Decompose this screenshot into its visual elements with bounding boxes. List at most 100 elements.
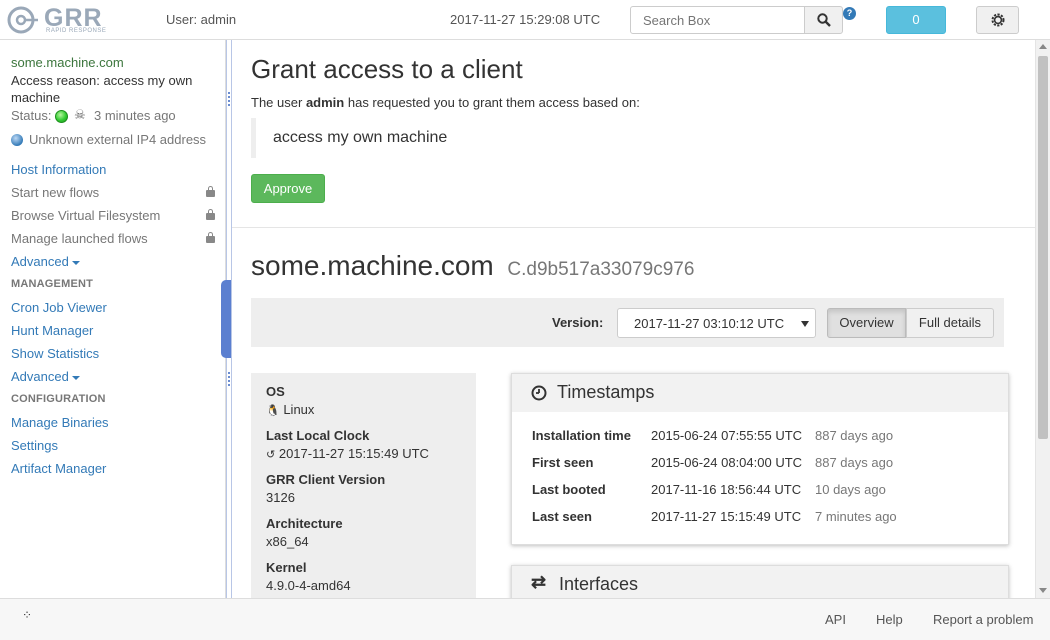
- splitter-handle-top[interactable]: [228, 92, 230, 106]
- scroll-down-arrow-icon[interactable]: [1039, 588, 1047, 593]
- access-reason: Access reason: access my own machine: [11, 73, 193, 105]
- tab-overview-label: Overview: [839, 315, 894, 330]
- reason-text: access my own machine: [273, 129, 448, 146]
- kernel-value: 4.9.0-4-amd64: [266, 578, 351, 593]
- clock-value: 2017-11-27 15:15:49 UTC: [278, 446, 429, 461]
- nav-hunt-manager[interactable]: Hunt Manager: [11, 323, 93, 338]
- caret-down-icon: [71, 375, 80, 380]
- grr-version-group: GRR Client Version 3126: [266, 472, 385, 505]
- os-value-row: 🐧 Linux: [266, 402, 314, 417]
- advanced-label: Advanced: [11, 369, 69, 384]
- nav-advanced-client[interactable]: Advanced: [11, 254, 80, 269]
- user-label: User: admin: [166, 12, 237, 27]
- configuration-header: CONFIGURATION: [11, 393, 106, 405]
- footer: ⁘ API Help Report a problem: [0, 598, 1050, 640]
- linux-icon: 🐧: [266, 405, 280, 417]
- timestamp-label: Last seen: [532, 509, 592, 524]
- request-post: has requested you to grant them access b…: [347, 95, 640, 110]
- search-button[interactable]: [804, 6, 843, 34]
- timestamps-row: First seen 2015-06-24 08:04:00 UTC 887 d…: [512, 455, 1008, 473]
- nav-start-new-flows[interactable]: Start new flows: [11, 185, 99, 200]
- status-label: Status:: [11, 108, 52, 123]
- kernel-group: Kernel 4.9.0-4-amd64: [266, 560, 351, 593]
- timestamps-row: Last booted 2017-11-16 18:56:44 UTC 10 d…: [512, 482, 1008, 500]
- nav-artifact-manager[interactable]: Artifact Manager: [11, 461, 106, 476]
- timestamps-row: Last seen 2017-11-27 15:15:49 UTC 7 minu…: [512, 509, 1008, 527]
- nav-manage-binaries[interactable]: Manage Binaries: [11, 415, 109, 430]
- splitter-handle-bottom[interactable]: [228, 372, 230, 386]
- client-id: C.d9b517a33079c976: [507, 259, 695, 280]
- clock-icon: [531, 385, 547, 401]
- globe-icon: [11, 134, 23, 146]
- top-navbar: GRR RAPID RESPONSE User: admin 2017-11-2…: [0, 0, 1050, 40]
- grr-logo-icon: [7, 6, 38, 34]
- timestamp-ago: 7 minutes ago: [815, 509, 897, 524]
- arch-label: Architecture: [266, 516, 343, 531]
- server-time: 2017-11-27 15:29:08 UTC: [450, 12, 601, 27]
- grr-version-label: GRR Client Version: [266, 472, 386, 487]
- client-name[interactable]: some.machine.com: [11, 55, 124, 70]
- nav-advanced-management[interactable]: Advanced: [11, 369, 80, 384]
- timestamp-ago: 887 days ago: [815, 428, 894, 443]
- timestamp-date: 2017-11-27 15:15:49 UTC: [651, 509, 802, 524]
- footer-api-link[interactable]: API: [825, 612, 846, 627]
- nav-host-information[interactable]: Host Information: [11, 162, 106, 177]
- skull-icon: ☠: [74, 107, 86, 122]
- caret-down-icon: [71, 260, 80, 265]
- status-online-icon: [55, 110, 68, 123]
- main-scrollbar[interactable]: [1035, 40, 1050, 598]
- search-icon: [816, 13, 831, 27]
- request-user: admin: [305, 95, 345, 110]
- timestamp-ago: 10 days ago: [815, 482, 886, 497]
- timestamp-label: Installation time: [532, 428, 631, 443]
- interfaces-title: Interfaces: [559, 574, 639, 594]
- client-summary-panel: OS 🐧 Linux Last Local Clock ↺ 2017-11-27…: [251, 373, 476, 598]
- timestamp-date: 2017-11-16 18:56:44 UTC: [651, 482, 802, 497]
- version-label: Version:: [552, 315, 604, 330]
- footer-report-link[interactable]: Report a problem: [933, 612, 1033, 627]
- dropdown-arrow-icon: [801, 321, 809, 327]
- notifications-button[interactable]: 0: [886, 6, 946, 34]
- logo-subtext: RAPID RESPONSE: [46, 28, 107, 34]
- advanced-label: Advanced: [11, 254, 69, 269]
- client-heading: some.machine.com C.d9b517a33079c976: [251, 250, 694, 282]
- grr-logo[interactable]: GRR RAPID RESPONSE: [6, 4, 121, 36]
- timestamp-date: 2015-06-24 07:55:55 UTC: [651, 428, 803, 443]
- clock-value-row: ↺ 2017-11-27 15:15:49 UTC: [266, 446, 429, 461]
- reason-blockquote: access my own machine: [251, 118, 651, 158]
- grant-request-text: The user admin has requested you to gran…: [251, 95, 640, 110]
- scroll-up-arrow-icon[interactable]: [1039, 44, 1047, 49]
- nav-cron-job-viewer[interactable]: Cron Job Viewer: [11, 300, 107, 315]
- approve-label: Approve: [263, 181, 313, 196]
- scrollbar-thumb[interactable]: [1038, 56, 1048, 439]
- nav-settings[interactable]: Settings: [11, 438, 58, 453]
- nav-browse-vfs[interactable]: Browse Virtual Filesystem: [11, 208, 160, 223]
- version-value: 2017-11-27 03:10:12 UTC: [634, 316, 785, 331]
- request-pre: The user: [251, 95, 303, 110]
- clock-group: Last Local Clock ↺ 2017-11-27 15:15:49 U…: [266, 428, 429, 461]
- timestamps-header: Timestamps: [512, 374, 1008, 412]
- os-group: OS 🐧 Linux: [266, 384, 314, 417]
- settings-button[interactable]: [976, 6, 1019, 34]
- search-input[interactable]: [630, 6, 805, 34]
- timestamp-ago: 887 days ago: [815, 455, 894, 470]
- tab-full-details[interactable]: Full details: [906, 308, 994, 338]
- nav-manage-flows[interactable]: Manage launched flows: [11, 231, 148, 246]
- grant-access-section: Grant access to a client The user admin …: [232, 40, 1035, 228]
- management-header: MANAGEMENT: [11, 278, 94, 290]
- help-icon[interactable]: ?: [843, 7, 856, 20]
- timestamps-title: Timestamps: [557, 382, 655, 402]
- footer-help-link[interactable]: Help: [876, 612, 903, 627]
- grr-version-value: 3126: [266, 490, 295, 505]
- gear-icon: [991, 13, 1004, 27]
- interfaces-panel: ⇄ Interfaces: [511, 565, 1009, 598]
- approve-button[interactable]: Approve: [251, 174, 325, 203]
- version-select[interactable]: 2017-11-27 03:10:12 UTC: [617, 308, 816, 338]
- main-content: Grant access to a client The user admin …: [232, 40, 1035, 598]
- nav-show-statistics[interactable]: Show Statistics: [11, 346, 99, 361]
- history-icon: ↺: [266, 449, 276, 461]
- timestamp-date: 2015-06-24 08:04:00 UTC: [651, 455, 803, 470]
- splitter-toggle[interactable]: [221, 280, 231, 358]
- os-label: OS: [266, 384, 285, 399]
- tab-overview[interactable]: Overview: [827, 308, 906, 338]
